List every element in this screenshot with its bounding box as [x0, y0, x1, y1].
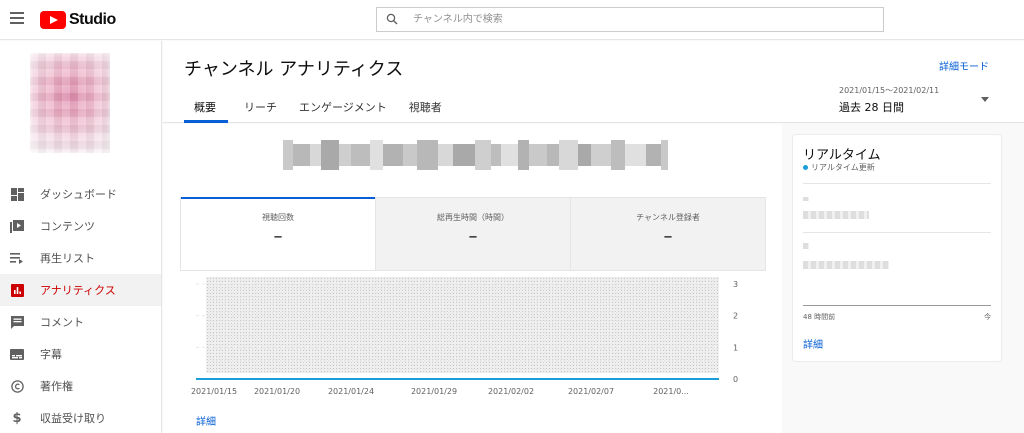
dashboard-icon [10, 187, 24, 201]
realtime-from-label: 48 時間前 [803, 313, 836, 321]
tab-audience[interactable]: 視聴者 [399, 93, 454, 123]
y-tick-label: 2 [733, 312, 738, 321]
youtube-play-icon [40, 11, 66, 29]
sidebar-item-label: コメント [40, 316, 84, 329]
playlist-icon [10, 251, 24, 265]
sidebar-item-label: 再生リスト [40, 252, 95, 265]
advanced-mode-link[interactable]: 詳細モード [939, 58, 989, 73]
metric-label: チャンネル登録者 [636, 213, 700, 222]
search-icon[interactable] [377, 7, 403, 32]
realtime-axis [803, 305, 991, 306]
copyright-icon [10, 379, 24, 393]
redacted-summary [283, 140, 668, 170]
tab-reach[interactable]: リーチ [234, 93, 289, 123]
redacted-value [803, 197, 809, 201]
page-title: チャンネル アナリティクス [184, 59, 404, 80]
sidebar-item-dashboard[interactable]: ダッシュボード [0, 178, 161, 210]
metric-card-subscribers[interactable]: チャンネル登録者 – [570, 198, 765, 270]
logo-text: Studio [69, 11, 116, 28]
x-tick-label: 2021/01/15 [191, 387, 237, 396]
x-tick-label: 2021/02/07 [568, 387, 614, 396]
video-library-icon [10, 219, 24, 233]
period-text: 過去 28 日間 [839, 101, 904, 114]
metric-label: 視聴回数 [262, 213, 294, 222]
metric-card-views[interactable]: 視聴回数 – [181, 197, 375, 270]
top-bar: Studio [0, 0, 1024, 40]
channel-avatar[interactable] [30, 53, 110, 153]
right-column: リアルタイム リアルタイム更新 48 時間前 今 詳細 [782, 124, 1024, 433]
sidebar-item-label: 収益受け取り [40, 412, 106, 425]
metric-card-watch-time[interactable]: 総再生時間（時間） – [375, 198, 570, 270]
x-tick-label: 2021/02/02 [488, 387, 534, 396]
sidebar-item-label: 字幕 [40, 348, 62, 361]
dollar-icon: $ [12, 410, 22, 426]
sidebar-item-comments[interactable]: コメント [0, 306, 161, 338]
sidebar-item-copyright[interactable]: 著作権 [0, 370, 161, 402]
realtime-detail-link[interactable]: 詳細 [803, 336, 823, 351]
live-dot-icon [803, 165, 808, 170]
detail-link[interactable]: 詳細 [196, 413, 216, 428]
sidebar-item-analytics[interactable]: アナリティクス [0, 274, 161, 306]
realtime-subtitle-text: リアルタイム更新 [811, 163, 875, 172]
divider [803, 183, 991, 184]
realtime-title: リアルタイム [803, 148, 881, 163]
date-range-text: 2021/01/15～2021/02/11 [839, 86, 940, 95]
sidebar-item-playlists[interactable]: 再生リスト [0, 242, 161, 274]
sidebar-item-content[interactable]: コンテンツ [0, 210, 161, 242]
sidebar-item-monetization[interactable]: $ 収益受け取り [0, 402, 161, 433]
search-input[interactable] [403, 9, 883, 30]
search-box[interactable] [376, 7, 884, 32]
metric-value: – [468, 226, 478, 247]
views-chart: 0 1 2 3 2021/01/15 2021/01/20 2021/01/24 2021/0… [180, 271, 766, 403]
y-tick-label: 1 [733, 343, 738, 352]
subtitles-icon [10, 347, 24, 361]
metric-tabs: 視聴回数 – 総再生時間（時間） – チャンネル登録者 – [180, 197, 766, 271]
x-tick-label: 2021/01/29 [411, 387, 457, 396]
tab-bar: 概要 リーチ エンゲージメント 視聴者 [184, 93, 454, 123]
sidebar-item-label: コンテンツ [40, 220, 95, 233]
metric-value: – [663, 226, 673, 247]
chevron-down-icon [981, 97, 989, 102]
redacted-label [803, 261, 889, 269]
realtime-subtitle: リアルタイム更新 [803, 162, 875, 173]
sidebar-item-label: 著作権 [40, 380, 73, 393]
redacted-value [803, 243, 809, 249]
metric-value: – [273, 226, 283, 247]
redacted-label [803, 211, 869, 219]
realtime-to-label: 今 [984, 313, 991, 321]
y-tick-label: 0 [733, 375, 738, 384]
divider [803, 232, 991, 233]
sidebar-item-label: アナリティクス [40, 284, 116, 297]
analytics-icon [10, 283, 24, 297]
tab-engagement[interactable]: エンゲージメント [289, 93, 399, 123]
realtime-card: リアルタイム リアルタイム更新 48 時間前 今 詳細 [793, 135, 1001, 361]
sidebar-nav: ダッシュボード コンテンツ 再生リスト アナリティクス コメント 字幕 著作権 … [0, 178, 161, 433]
sidebar-item-label: ダッシュボード [40, 188, 117, 201]
chart-svg: 0 1 2 3 2021/01/15 2021/01/20 2021/01/24 2021/0… [191, 280, 738, 396]
menu-icon[interactable] [10, 12, 24, 24]
main-content: 視聴回数 – 総再生時間（時間） – チャンネル登録者 – 0 1 2 3 2021/0… [163, 124, 782, 433]
y-tick-label: 3 [733, 280, 738, 289]
studio-logo[interactable]: Studio [40, 10, 116, 30]
analytics-header: チャンネル アナリティクス 詳細モード 概要 リーチ エンゲージメント 視聴者 … [163, 41, 1024, 123]
date-range-selector[interactable]: 2021/01/15～2021/02/11 過去 28 日間 [839, 85, 989, 115]
comment-icon [10, 315, 24, 329]
tab-overview[interactable]: 概要 [184, 93, 228, 123]
metric-label: 総再生時間（時間） [437, 213, 509, 222]
x-tick-label: 2021/0... [653, 387, 689, 396]
x-tick-label: 2021/01/20 [254, 387, 300, 396]
x-tick-label: 2021/01/24 [328, 387, 374, 396]
sidebar-item-subtitles[interactable]: 字幕 [0, 338, 161, 370]
sidebar: ダッシュボード コンテンツ 再生リスト アナリティクス コメント 字幕 著作権 … [0, 41, 162, 433]
